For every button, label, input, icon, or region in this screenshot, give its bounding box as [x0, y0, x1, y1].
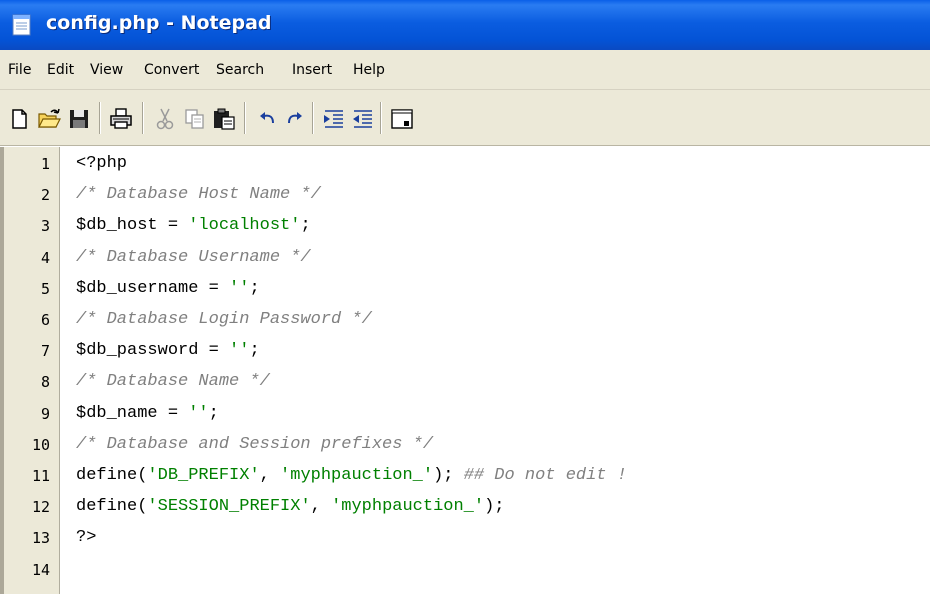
- code-token: ,: [259, 466, 281, 485]
- code-string: '': [188, 403, 209, 423]
- menu-file[interactable]: File: [8, 62, 31, 78]
- line-number: 7: [40, 342, 50, 361]
- code-token: );: [433, 466, 464, 485]
- toolbar: [0, 90, 930, 146]
- line-number: 13: [31, 529, 50, 548]
- code-string: '': [229, 341, 250, 361]
- code-line[interactable]: /* Database Name */: [76, 372, 270, 391]
- menu-convert[interactable]: Convert: [144, 62, 199, 78]
- line-number: 12: [31, 498, 50, 517]
- code-comment: ## Do not edit !: [463, 466, 627, 485]
- code-token: define(: [76, 497, 148, 517]
- code-token: ;: [300, 216, 311, 236]
- editor-area[interactable]: [0, 147, 930, 594]
- line-number: 5: [40, 279, 50, 298]
- code-line[interactable]: <?php: [76, 154, 127, 173]
- code-token: define(: [76, 466, 148, 485]
- code-line[interactable]: $db_host = 'localhost';: [76, 216, 311, 235]
- line-number-gutter: [4, 147, 60, 594]
- toolbar-separator: [244, 102, 246, 134]
- menu-edit[interactable]: Edit: [47, 62, 74, 78]
- menu-view[interactable]: View: [90, 62, 123, 78]
- toolbar-separator: [99, 102, 101, 134]
- line-number: 2: [40, 186, 50, 205]
- code-line[interactable]: ?>: [76, 528, 96, 547]
- outdent-icon[interactable]: [350, 106, 376, 132]
- cut-icon[interactable]: [152, 106, 178, 132]
- code-comment: /* Database and Session prefixes */: [76, 434, 434, 454]
- code-comment: /* Database Username */: [76, 247, 311, 267]
- toolbar-separator: [380, 102, 382, 134]
- title-bar[interactable]: config.php - Notepad: [0, 0, 930, 50]
- line-number: 1: [40, 155, 50, 173]
- line-number: 6: [40, 311, 50, 329]
- copy-icon[interactable]: [182, 106, 208, 132]
- code-comment: /* Database Login Password */: [76, 310, 372, 329]
- line-number: 4: [40, 248, 50, 267]
- paste-icon[interactable]: [211, 106, 237, 132]
- save-icon[interactable]: [66, 106, 92, 132]
- open-icon[interactable]: [36, 106, 62, 132]
- code-line[interactable]: /* Database Host Name */: [76, 185, 321, 204]
- new-icon[interactable]: [6, 106, 32, 132]
- line-number: 8: [40, 373, 50, 392]
- line-number: 11: [31, 467, 50, 485]
- code-line[interactable]: define('SESSION_PREFIX', 'myphpauction_'…: [76, 497, 505, 516]
- code-string: 'localhost': [188, 216, 301, 236]
- menu-help[interactable]: Help: [353, 62, 385, 78]
- print-icon[interactable]: [108, 106, 134, 132]
- code-comment: /* Database Name */: [76, 372, 270, 392]
- code-token: ?>: [76, 528, 97, 548]
- toolbar-separator: [312, 102, 314, 134]
- code-string: 'myphpauction_': [280, 466, 434, 485]
- code-line[interactable]: $db_username = '';: [76, 279, 260, 298]
- code-string: '': [229, 278, 250, 298]
- code-line[interactable]: /* Database and Session prefixes */: [76, 435, 433, 454]
- code-line[interactable]: /* Database Username */: [76, 248, 311, 267]
- redo-icon[interactable]: [282, 106, 308, 132]
- code-line[interactable]: $db_name = '';: [76, 404, 219, 423]
- notepad-icon: [12, 14, 31, 36]
- code-string: 'DB_PREFIX': [147, 466, 260, 485]
- code-token: ,: [310, 497, 332, 517]
- window-title: config.php - Notepad: [46, 12, 272, 34]
- code-token: ;: [208, 403, 219, 423]
- code-line[interactable]: $db_password = '';: [76, 341, 260, 360]
- code-token: <?php: [76, 154, 128, 173]
- line-number: 10: [31, 435, 50, 454]
- code-string: 'SESSION_PREFIX': [147, 497, 311, 517]
- code-token: ;: [249, 341, 260, 361]
- code-string: 'myphpauction_': [331, 497, 485, 517]
- undo-icon[interactable]: [254, 106, 280, 132]
- code-line[interactable]: define('DB_PREFIX', 'myphpauction_'); ##…: [76, 466, 627, 485]
- code-comment: /* Database Host Name */: [76, 185, 321, 205]
- line-number: 3: [40, 217, 50, 236]
- menu-bar: File Edit View Convert Search Insert Hel…: [0, 50, 930, 90]
- code-token: ;: [249, 278, 260, 298]
- window-icon[interactable]: [389, 106, 415, 132]
- code-token: );: [484, 497, 505, 517]
- code-line[interactable]: /* Database Login Password */: [76, 310, 372, 329]
- code-token: $db_username =: [76, 278, 230, 298]
- line-number: 14: [31, 560, 50, 579]
- menu-search[interactable]: Search: [216, 62, 264, 78]
- menu-insert[interactable]: Insert: [292, 62, 332, 78]
- toolbar-separator: [142, 102, 144, 134]
- code-token: $db_password =: [76, 341, 230, 361]
- code-token: $db_name =: [76, 403, 189, 423]
- code-token: $db_host =: [76, 216, 189, 236]
- line-number: 9: [40, 404, 50, 423]
- indent-icon[interactable]: [321, 106, 347, 132]
